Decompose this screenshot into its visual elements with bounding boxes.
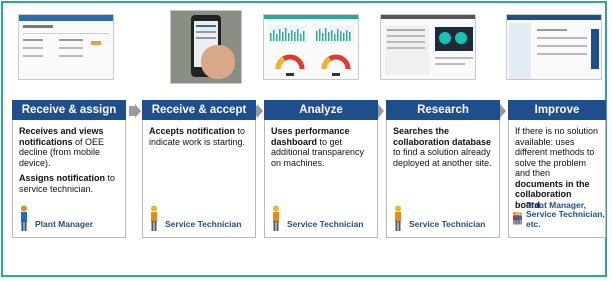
performance-dashboard-screenshot (263, 14, 359, 80)
bold-text: Assigns notification (19, 173, 106, 183)
service-technician-icon (395, 205, 401, 231)
text: If there is no solution available: uses … (515, 126, 599, 178)
role: Service Technician (149, 205, 241, 231)
step-card: Accepts notification to indicate work is… (142, 120, 256, 238)
step-receive-accept: Receive & accept Accepts notification to… (142, 100, 256, 238)
bold-text: Searches the collaboration database (393, 126, 492, 147)
step-card: Searches the collaboration database to f… (386, 120, 500, 238)
description-paragraph: If there is no solution available: uses … (515, 126, 599, 210)
step-card: Receives and views notifications of OEE … (12, 120, 126, 238)
step-description: Accepts notification to indicate work is… (149, 126, 249, 147)
step-card: Uses performance dashboard to get additi… (264, 120, 378, 238)
text: to find a solution already deployed at a… (393, 147, 492, 168)
service-technician-icon (273, 205, 279, 231)
role: Plant Manager, Service Technician, etc. (512, 199, 605, 232)
role-label: Plant Manager (35, 218, 94, 229)
group-people-icon (513, 211, 522, 225)
step-analyze: Analyze Uses performance dashboard to ge… (264, 100, 378, 238)
step-description: Receives and views notifications of OEE … (19, 126, 119, 194)
collaboration-database-screenshot (380, 14, 476, 80)
step-title: Improve (508, 100, 606, 120)
step-improve: Improve If there is no solution availabl… (508, 100, 606, 238)
step-description: Searches the collaboration database to f… (393, 126, 493, 168)
step-title: Analyze (264, 100, 378, 120)
role-label: Service Technician (287, 218, 364, 229)
description-paragraph: Assigns notification to service technici… (19, 173, 119, 194)
bold-text: Accepts notification (149, 126, 236, 136)
role: Service Technician (393, 205, 485, 231)
step-research: Research Searches the collaboration data… (386, 100, 500, 238)
step-description: Uses performance dashboard to get additi… (271, 126, 371, 168)
description-paragraph: Receives and views notifications of OEE … (19, 126, 119, 168)
service-technician-icon (151, 205, 157, 231)
description-paragraph: Uses performance dashboard to get additi… (271, 126, 371, 168)
step-title: Receive & assign (12, 100, 126, 120)
collaboration-board-screenshot (506, 14, 602, 80)
web-app-screenshot (18, 14, 114, 80)
arrow-1-icon (129, 104, 141, 118)
plant-manager-icon (21, 205, 27, 231)
step-description: If there is no solution available: uses … (515, 126, 599, 210)
mobile-phone-photo (170, 10, 242, 84)
description-paragraph: Accepts notification to indicate work is… (149, 126, 249, 147)
step-title: Receive & accept (142, 100, 256, 120)
role-label: Plant Manager, Service Technician, etc. (526, 199, 605, 229)
description-paragraph: Searches the collaboration database to f… (393, 126, 493, 168)
step-card: If there is no solution available: uses … (508, 120, 606, 238)
role-label: Service Technician (409, 218, 486, 229)
step-title: Research (386, 100, 500, 120)
step-receive-assign: Receive & assign Receives and views noti… (12, 100, 126, 238)
role: Plant Manager (19, 205, 93, 231)
role-label: Service Technician (165, 218, 242, 229)
role: Service Technician (271, 205, 363, 231)
